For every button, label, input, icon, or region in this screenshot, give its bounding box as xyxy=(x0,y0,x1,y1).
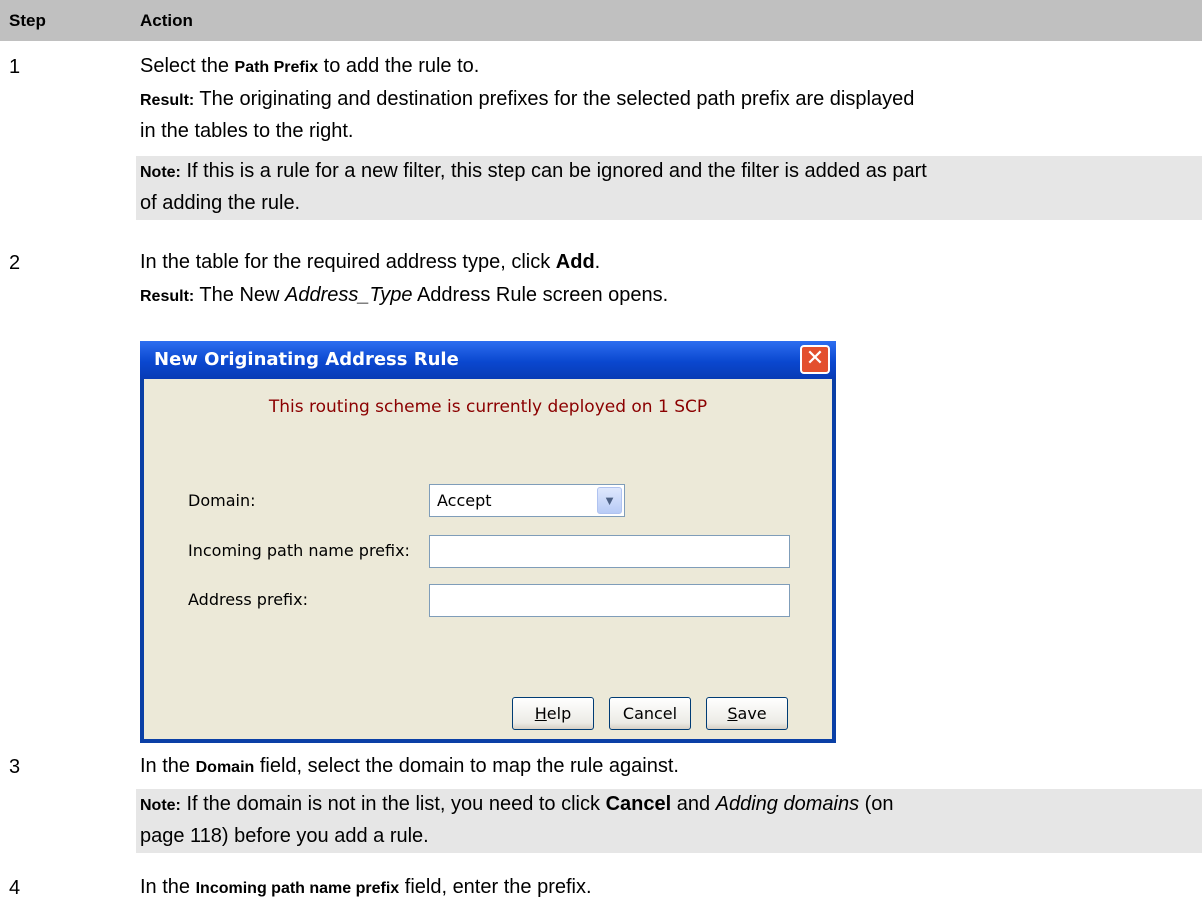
domain-select[interactable]: Accept ▼ xyxy=(429,484,625,517)
address-prefix-label: Address prefix: xyxy=(188,590,308,609)
step-number: 4 xyxy=(9,877,21,899)
step-instruction: In the table for the required address ty… xyxy=(140,251,601,273)
dialog-body: This routing scheme is currently deploye… xyxy=(144,379,832,739)
incoming-path-label: Incoming path name prefix: xyxy=(188,541,410,560)
domain-selected-value: Accept xyxy=(437,491,492,510)
dialog-titlebar: New Originating Address Rule ✕ xyxy=(140,341,836,379)
address-rule-dialog: New Originating Address Rule ✕ This rout… xyxy=(140,341,836,743)
step-number: 1 xyxy=(9,56,21,78)
help-button[interactable]: Help xyxy=(512,697,594,730)
save-button[interactable]: Save xyxy=(706,697,788,730)
adding-domains-link[interactable]: Adding domains xyxy=(716,793,859,815)
step-note: Note: If the domain is not in the list, … xyxy=(136,789,1202,853)
domain-label: Domain: xyxy=(188,491,256,510)
incoming-path-prefix-input[interactable] xyxy=(429,535,790,568)
chevron-down-icon[interactable]: ▼ xyxy=(597,487,622,514)
step-instruction: In the Domain field, select the domain t… xyxy=(140,755,679,777)
step-number: 2 xyxy=(9,252,21,274)
step-result: Result: The originating and destination … xyxy=(140,88,915,142)
close-icon[interactable]: ✕ xyxy=(800,345,830,374)
action-column-header: Action xyxy=(140,11,193,30)
table-header: Step Action xyxy=(0,0,1202,41)
step-instruction: In the Incoming path name prefix field, … xyxy=(140,876,592,898)
deployment-message: This routing scheme is currently deploye… xyxy=(268,397,708,417)
step-instruction: Select the Path Prefix to add the rule t… xyxy=(140,55,480,77)
step-note: Note: If this is a rule for a new filter… xyxy=(136,156,1202,220)
address-prefix-input[interactable] xyxy=(429,584,790,617)
step-column-header: Step xyxy=(9,11,46,30)
dialog-title: New Originating Address Rule xyxy=(154,349,459,370)
step-number: 3 xyxy=(9,756,21,778)
step-result: Result: The New Address_Type Address Rul… xyxy=(140,284,669,306)
cancel-button[interactable]: Cancel xyxy=(609,697,691,730)
